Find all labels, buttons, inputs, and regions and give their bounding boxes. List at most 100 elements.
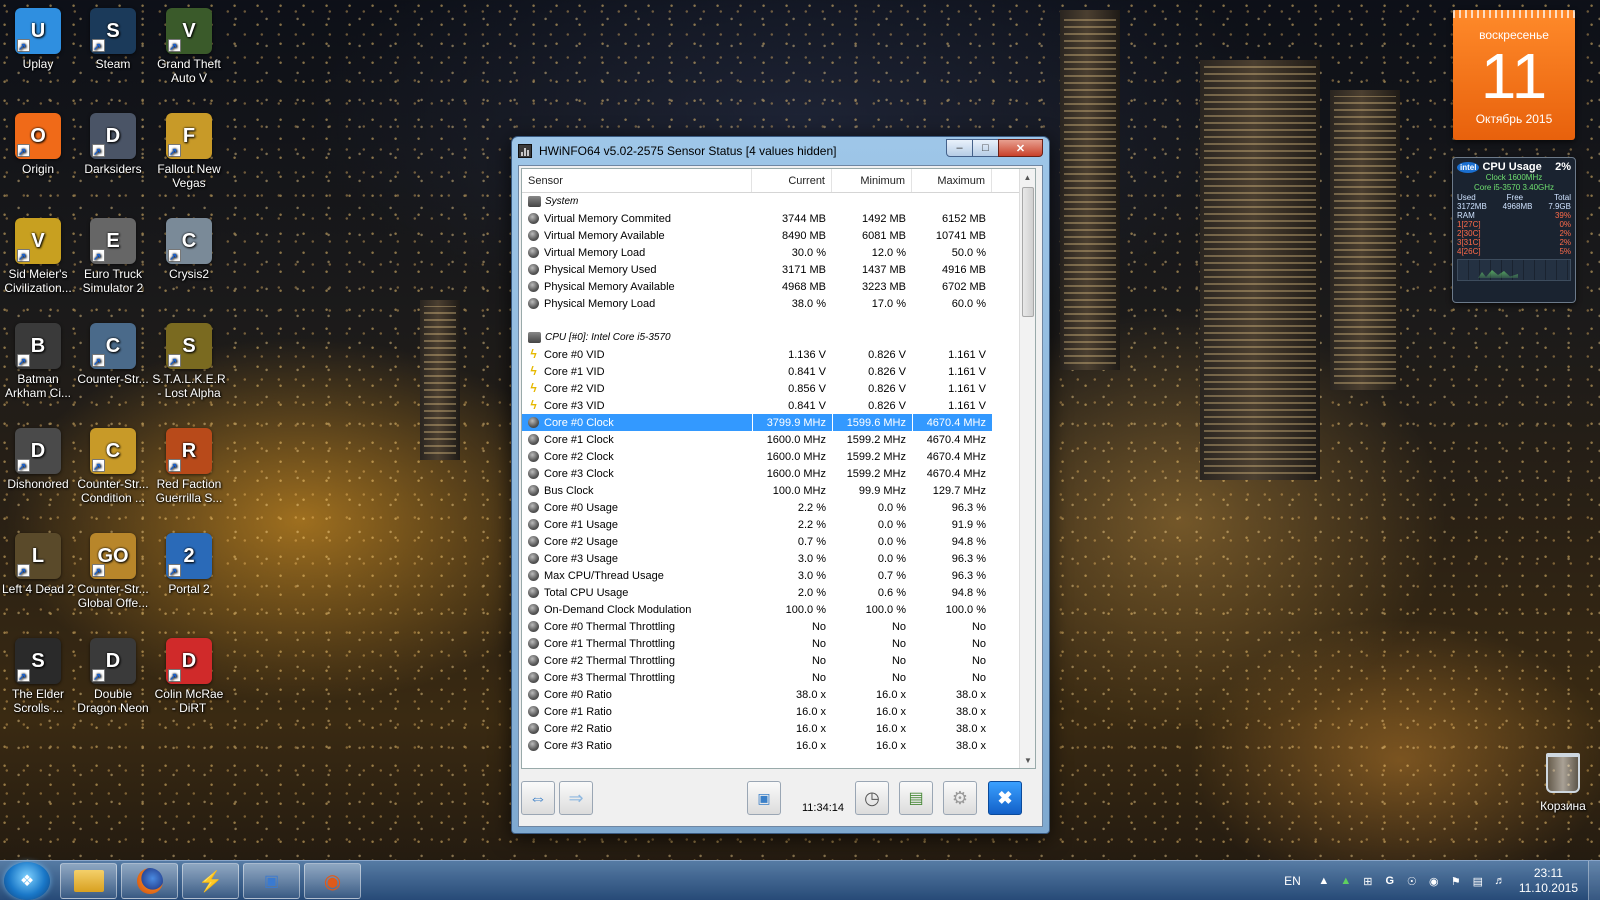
sensor-row[interactable]: Core #3 Usage 3.0 % 0.0 % 96.3 % [522,550,1035,567]
sensor-row[interactable]: Virtual Memory Load 30.0 % 12.0 % 50.0 % [522,244,1035,261]
desktop-shortcut[interactable]: 2 Portal 2 [151,533,227,596]
scroll-down-arrow[interactable]: ▼ [1020,752,1035,768]
log-icon[interactable]: ▤ [899,781,933,815]
minimize-button[interactable]: – [946,139,973,157]
sensor-row[interactable]: Core #0 Usage 2.2 % 0.0 % 96.3 % [522,499,1035,516]
desktop-shortcut[interactable]: S Steam [75,8,151,71]
sensor-row[interactable]: Core #0 Ratio 38.0 x 16.0 x 38.0 x [522,686,1035,703]
sensor-row[interactable]: Core #1 Clock 1600.0 MHz 1599.2 MHz 4670.4 … [522,431,1035,448]
sensor-group-row[interactable]: CPU [#0]: Intel Core i5-3570 [522,329,1035,346]
desktop-shortcut[interactable]: B BatmanArkham Ci... [0,323,76,400]
sensor-row[interactable]: ϟ Core #1 VID 0.841 V 0.826 V 1.161 V [522,363,1035,380]
close-window-button[interactable]: ✕ [998,139,1043,157]
network-tray-icon[interactable]: ▤ [1471,874,1485,888]
sensor-row[interactable]: Core #3 Ratio 16.0 x 16.0 x 38.0 x [522,737,1035,754]
sensor-group-row[interactable]: System [522,193,1035,210]
sensor-maximum-value: 38.0 x [956,722,986,735]
desktop-shortcut[interactable]: S The ElderScrolls ... [0,638,76,715]
sensor-row[interactable]: Core #1 Ratio 16.0 x 16.0 x 38.0 x [522,703,1035,720]
column-header-current[interactable]: Current [752,169,832,192]
cpu-core-label: 3[31C] [1457,238,1481,247]
sensor-row[interactable]: Core #1 Usage 2.2 % 0.0 % 91.9 % [522,516,1035,533]
vertical-scrollbar[interactable]: ▲ ▼ [1019,169,1035,768]
tray-clock[interactable]: 23:11 11.10.2015 [1519,866,1578,896]
desktop-shortcut[interactable]: C Crysis2 [151,218,227,281]
sensor-row[interactable]: Virtual Memory Commited 3744 MB 1492 MB 615… [522,210,1035,227]
hwinfo-app-icon[interactable] [518,144,532,158]
desktop-shortcut[interactable]: D Colin McRae- DiRT [151,638,227,715]
msi-afterburner-icon[interactable]: ⚡ [182,863,239,899]
sensor-row[interactable]: ϟ Core #0 VID 1.136 V 0.826 V 1.161 V [522,346,1035,363]
sensor-row[interactable]: Core #2 Usage 0.7 % 0.0 % 94.8 % [522,533,1035,550]
firefox-icon[interactable] [121,863,178,899]
gadget-icon[interactable]: ☉ [1405,874,1419,888]
steam-tray-icon[interactable]: ◉ [1427,874,1441,888]
close-icon[interactable]: ✖ [988,781,1022,815]
voltage-icon: ϟ [530,364,537,378]
sensor-row[interactable]: Core #1 Thermal Throttling No No No [522,635,1035,652]
desktop-shortcut[interactable]: D DoubleDragon Neon [75,638,151,715]
desktop-shortcut[interactable]: V Grand TheftAuto V [151,8,227,85]
explorer-icon[interactable] [60,863,117,899]
scroll-up-arrow[interactable]: ▲ [1020,169,1035,185]
sensor-row[interactable]: Core #2 Ratio 16.0 x 16.0 x 38.0 x [522,720,1035,737]
scroll-thumb[interactable] [1022,187,1034,317]
desktop-shortcut[interactable]: O Origin [0,113,76,176]
hwinfo-icon[interactable]: ◉ [304,863,361,899]
network-tool-icon[interactable]: ▣ [243,863,300,899]
settings-icon[interactable]: ⚙ [943,781,977,815]
calendar-gadget[interactable]: воскресенье 11 Октябрь 2015 [1453,10,1575,140]
desktop-shortcut[interactable]: D Dishonored [0,428,76,491]
sensor-row[interactable]: ϟ Core #2 VID 0.856 V 0.826 V 1.161 V [522,380,1035,397]
maximize-button[interactable]: □ [972,139,999,157]
cpu-usage-gadget[interactable]: intel CPU Usage 2% Clock 1600MHz Core i5-… [1452,157,1576,303]
sensor-row[interactable]: Physical Memory Load 38.0 % 17.0 % 60.0 % [522,295,1035,312]
desktop-shortcut[interactable]: R Red FactionGuerrilla S... [151,428,227,505]
recycle-bin[interactable]: Корзина [1530,753,1596,813]
desktop-shortcut[interactable]: C Counter-Str...Condition ... [75,428,151,505]
expand-arrows-icon[interactable]: ⇔ [521,781,555,815]
sensor-row[interactable]: Core #0 Thermal Throttling No No No [522,618,1035,635]
clock-icon[interactable]: ◷ [855,781,889,815]
desktop-shortcut[interactable]: C Counter-Str... [75,323,151,386]
collapse-arrows-icon[interactable]: ⇒ [559,781,593,815]
sensor-row[interactable]: Total CPU Usage 2.0 % 0.6 % 94.8 % [522,584,1035,601]
sensor-row[interactable]: Physical Memory Available 4968 MB 3223 MB 6… [522,278,1035,295]
show-hidden-icons-icon[interactable]: ▲ [1317,874,1331,888]
column-header-maximum[interactable]: Maximum [912,169,992,192]
g-app-icon[interactable]: G [1383,874,1397,888]
desktop-shortcut[interactable]: D Darksiders [75,113,151,176]
desktop-shortcut[interactable]: S S.T.A.L.K.E.R- Lost Alpha [151,323,227,400]
hwinfo-window[interactable]: HWiNFO64 v5.02-2575 Sensor Status [4 val… [511,136,1050,834]
sensor-row[interactable]: Core #3 Thermal Throttling No No No [522,669,1035,686]
nvidia-icon[interactable]: ▲ [1339,874,1353,888]
sensor-row[interactable]: Physical Memory Used 3171 MB 1437 MB 4916 M… [522,261,1035,278]
sensor-row[interactable]: Core #0 Clock 3799.9 MHz 1599.6 MHz 4670.4 … [522,414,1035,431]
sensor-table[interactable]: Sensor Current Minimum Maximum System Vir… [521,168,1036,769]
desktop-shortcut[interactable]: GO Counter-Str...Global Offe... [75,533,151,610]
start-button[interactable]: ❖ [4,862,50,900]
show-desktop-button[interactable] [1588,861,1600,900]
sensor-row[interactable]: ϟ Core #3 VID 0.841 V 0.826 V 1.161 V [522,397,1035,414]
desktop-shortcut[interactable]: V Sid Meier'sCivilization... [0,218,76,295]
sensor-row[interactable]: Virtual Memory Available 8490 MB 6081 MB 10… [522,227,1035,244]
action-center-flag-icon[interactable]: ⚑ [1449,874,1463,888]
desktop-shortcut[interactable]: F Fallout NewVegas [151,113,227,190]
sensor-row[interactable]: Bus Clock 100.0 MHz 99.9 MHz 129.7 MHz [522,482,1035,499]
network-icon[interactable]: ▣ [747,781,781,815]
sensor-row[interactable]: Core #2 Clock 1600.0 MHz 1599.2 MHz 4670.4 … [522,448,1035,465]
sensor-row[interactable]: Core #2 Thermal Throttling No No No [522,652,1035,669]
volume-icon[interactable]: ♬ [1493,874,1507,888]
shortcut-icon: R [166,428,212,474]
column-header-sensor[interactable]: Sensor [522,169,752,192]
window-titlebar[interactable]: HWiNFO64 v5.02-2575 Sensor Status [4 val… [512,137,1049,165]
desktop-shortcut[interactable]: L Left 4 Dead 2 [0,533,76,596]
column-header-minimum[interactable]: Minimum [832,169,912,192]
desktop-shortcut[interactable]: U Uplay [0,8,76,71]
sensor-row[interactable]: Core #3 Clock 1600.0 MHz 1599.2 MHz 4670.4 … [522,465,1035,482]
language-indicator[interactable]: EN [1284,874,1301,888]
desktop-shortcut[interactable]: E Euro TruckSimulator 2 [75,218,151,295]
sensor-row[interactable]: On-Demand Clock Modulation 100.0 % 100.0 %… [522,601,1035,618]
windows-icon[interactable]: ⊞ [1361,874,1375,888]
sensor-row[interactable]: Max CPU/Thread Usage 3.0 % 0.7 % 96.3 % [522,567,1035,584]
